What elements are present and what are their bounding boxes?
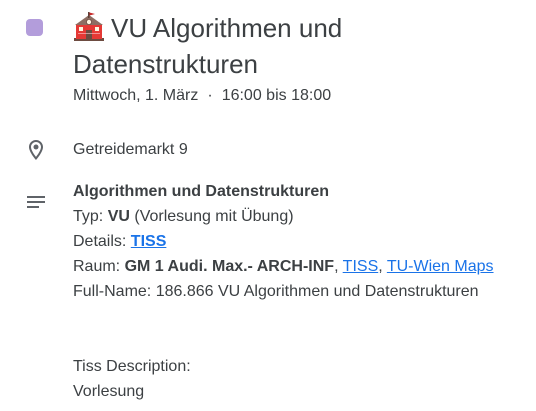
room-maps-link[interactable]: TU-Wien Maps (387, 258, 494, 275)
fullname-line: Full-Name: 186.866 VU Algorithmen und Da… (73, 279, 533, 304)
room-tiss-link[interactable]: TISS (343, 258, 379, 275)
datetime-separator: · (207, 87, 213, 104)
room-line: Raum: GM 1 Audi. Max.- ARCH-INF, TISS, T… (73, 254, 533, 279)
event-header: VU Algorithmen und Datenstrukturen Mittw… (73, 10, 523, 106)
event-title: VU Algorithmen und Datenstrukturen (73, 13, 343, 79)
type-value: VU (107, 208, 130, 225)
room-label: Raum: (73, 258, 125, 275)
event-title-heading: VU Algorithmen und Datenstrukturen (73, 10, 523, 82)
tiss-description-value: Vorlesung (73, 383, 145, 400)
description-heading-line: Algorithmen und Datenstrukturen (73, 179, 533, 204)
fullname-value: 186.866 VU Algorithmen und Datenstruktur… (155, 283, 479, 300)
event-datetime: Mittwoch, 1. März · 16:00 bis 18:00 (73, 86, 523, 106)
room-value: GM 1 Audi. Max.- ARCH-INF (124, 258, 335, 275)
type-label: Typ: (73, 208, 108, 225)
fullname-label: Full-Name: (73, 283, 156, 300)
notes-icon (24, 191, 48, 215)
details-line: Details: TISS (73, 229, 533, 254)
school-icon (73, 12, 105, 42)
event-description: Algorithmen und Datenstrukturen Typ: VU … (73, 179, 533, 404)
room-separator: , (334, 258, 343, 275)
event-color-chip (26, 19, 43, 36)
type-line: Typ: VU (Vorlesung mit Übung) (73, 204, 533, 229)
description-heading: Algorithmen und Datenstrukturen (73, 183, 330, 200)
event-location: Getreidemarkt 9 (73, 141, 188, 158)
details-label: Details: (73, 233, 131, 250)
details-tiss-link[interactable]: TISS (131, 233, 167, 250)
room-separator: , (378, 258, 387, 275)
type-detail: (Vorlesung mit Übung) (129, 208, 294, 225)
tiss-description-label: Tiss Description: (73, 358, 191, 375)
event-time: 16:00 bis 18:00 (221, 87, 332, 104)
event-date: Mittwoch, 1. März (73, 87, 199, 104)
location-pin-icon (24, 138, 48, 162)
